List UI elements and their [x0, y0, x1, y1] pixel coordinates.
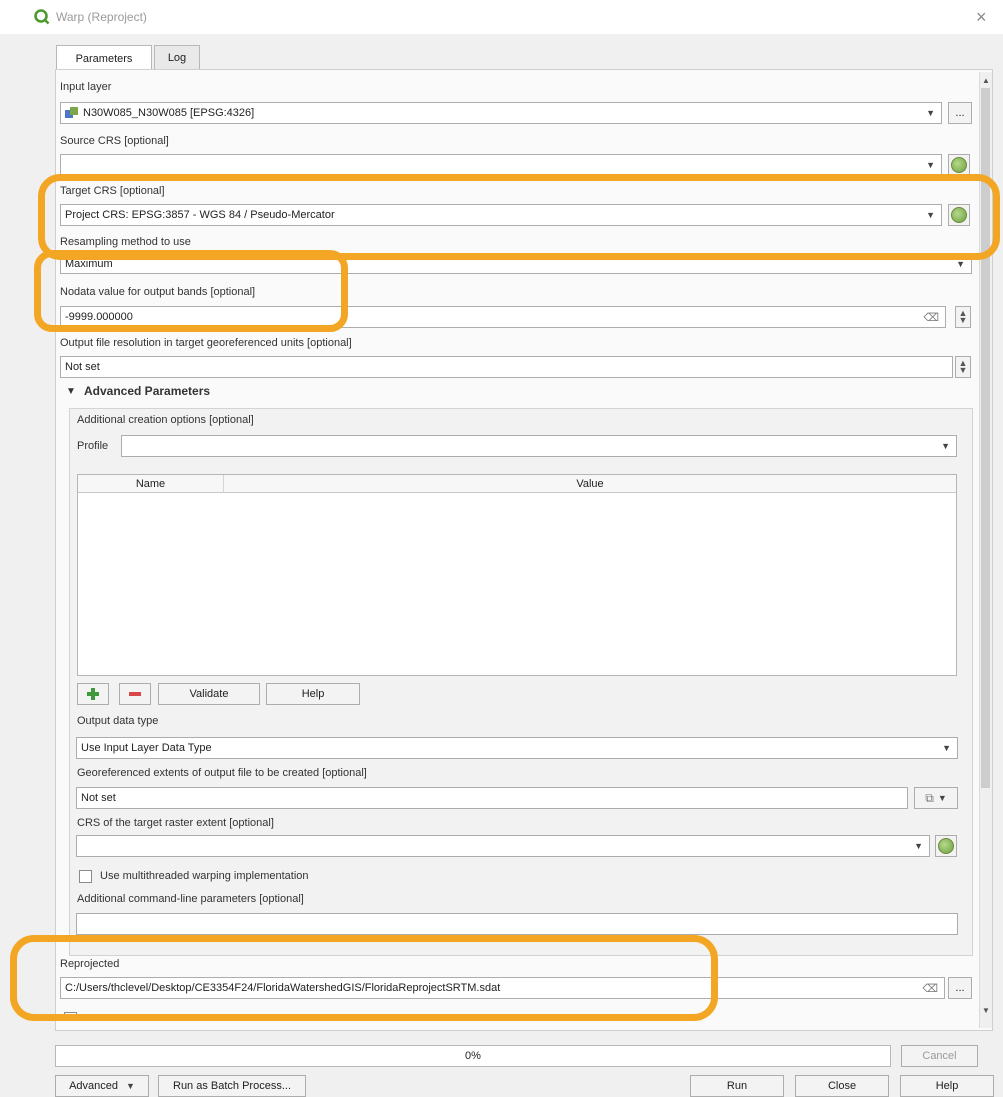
progress-bar: 0%	[55, 1045, 891, 1067]
extent-crs-button[interactable]	[935, 835, 957, 857]
browse-input-button[interactable]: ...	[948, 102, 972, 124]
add-row-button[interactable]	[77, 683, 109, 705]
crs-selector-icon	[951, 157, 967, 173]
extent-input[interactable]: Not set	[76, 787, 908, 809]
input-layer-label: Input layer	[60, 81, 112, 93]
title-bar	[0, 0, 1003, 34]
extent-crs-label: CRS of the target raster extent [optiona…	[77, 817, 274, 829]
input-layer-select[interactable]: N30W085_N30W085 [EPSG:4326] ▼	[60, 102, 942, 124]
chevron-down-icon: ▼	[941, 441, 950, 451]
creation-options-table[interactable]: Name Value	[77, 474, 957, 676]
multithread-checkbox[interactable]	[79, 870, 92, 883]
help-options-button[interactable]: Help	[266, 683, 360, 705]
run-batch-button[interactable]: Run as Batch Process...	[158, 1075, 306, 1097]
profile-label: Profile	[77, 440, 109, 452]
scroll-down-icon[interactable]: ▼	[982, 1006, 990, 1015]
tab-log[interactable]: Log	[154, 45, 200, 70]
collapse-arrow-icon[interactable]: ▼	[66, 386, 76, 397]
raster-layer-icon	[65, 107, 78, 118]
extent-icon: ⧉	[925, 790, 934, 805]
cmdline-label: Additional command-line parameters [opti…	[77, 893, 304, 905]
profile-select[interactable]: ▼	[121, 435, 957, 457]
add-icon	[87, 688, 99, 700]
close-button[interactable]: Close	[795, 1075, 889, 1097]
advanced-parameters-header[interactable]: Advanced Parameters	[84, 384, 210, 398]
crs-selector-icon	[938, 838, 954, 854]
extent-value: Not set	[81, 792, 116, 804]
resolution-label: Output file resolution in target georefe…	[60, 337, 352, 349]
run-button[interactable]: Run	[690, 1075, 784, 1097]
multithread-label: Use multithreaded warping implementation	[100, 870, 309, 882]
creation-options-label: Additional creation options [optional]	[77, 414, 254, 426]
chevron-down-icon: ▼	[926, 160, 935, 170]
advanced-button-label: Advanced	[69, 1080, 118, 1092]
cmdline-input[interactable]	[76, 913, 958, 935]
close-icon[interactable]: ×	[976, 7, 987, 28]
source-crs-select[interactable]: ▼	[60, 154, 942, 176]
clear-icon[interactable]: ⌫	[922, 982, 938, 995]
cancel-button[interactable]: Cancel	[901, 1045, 978, 1067]
scroll-up-icon[interactable]: ▲	[982, 76, 990, 85]
nodata-highlight	[34, 250, 348, 332]
extent-crs-select[interactable]: ▼	[76, 835, 930, 857]
output-data-type-label: Output data type	[77, 715, 159, 727]
validate-button[interactable]: Validate	[158, 683, 260, 705]
output-data-type-value: Use Input Layer Data Type	[81, 742, 212, 754]
browse-output-button[interactable]: ...	[948, 977, 972, 999]
input-layer-value: N30W085_N30W085 [EPSG:4326]	[83, 107, 255, 119]
target-crs-highlight	[38, 174, 1000, 260]
output-data-type-select[interactable]: Use Input Layer Data Type ▼	[76, 737, 958, 759]
resolution-value: Not set	[65, 361, 100, 373]
column-header-value[interactable]: Value	[224, 475, 956, 493]
help-button[interactable]: Help	[900, 1075, 994, 1097]
chevron-down-icon: ▼	[914, 841, 923, 851]
table-header: Name Value	[78, 475, 956, 493]
remove-row-button[interactable]	[119, 683, 151, 705]
resolution-input[interactable]: Not set	[60, 356, 953, 378]
source-crs-button[interactable]	[948, 154, 970, 176]
tab-parameters[interactable]: Parameters	[56, 45, 152, 72]
advanced-menu-button[interactable]: Advanced ▼	[55, 1075, 149, 1097]
source-crs-label: Source CRS [optional]	[60, 135, 169, 147]
resolution-spinner[interactable]: ▲ ▼	[955, 356, 971, 378]
clear-icon[interactable]: ⌫	[923, 311, 939, 324]
extent-menu-button[interactable]: ⧉ ▼	[914, 787, 958, 809]
extent-label: Georeferenced extents of output file to …	[77, 767, 367, 779]
chevron-down-icon: ▼	[956, 259, 965, 269]
column-header-name[interactable]: Name	[78, 475, 224, 493]
output-path-highlight	[10, 935, 718, 1021]
progress-text: 0%	[465, 1050, 481, 1062]
nodata-spinner[interactable]: ▲ ▼	[955, 306, 971, 328]
chevron-down-icon: ▼	[926, 108, 935, 118]
qgis-icon	[34, 9, 50, 25]
chevron-down-icon: ▼	[942, 743, 951, 753]
chevron-down-icon: ▼	[937, 793, 947, 803]
window-title: Warp (Reproject)	[56, 10, 147, 24]
remove-icon	[129, 692, 141, 696]
